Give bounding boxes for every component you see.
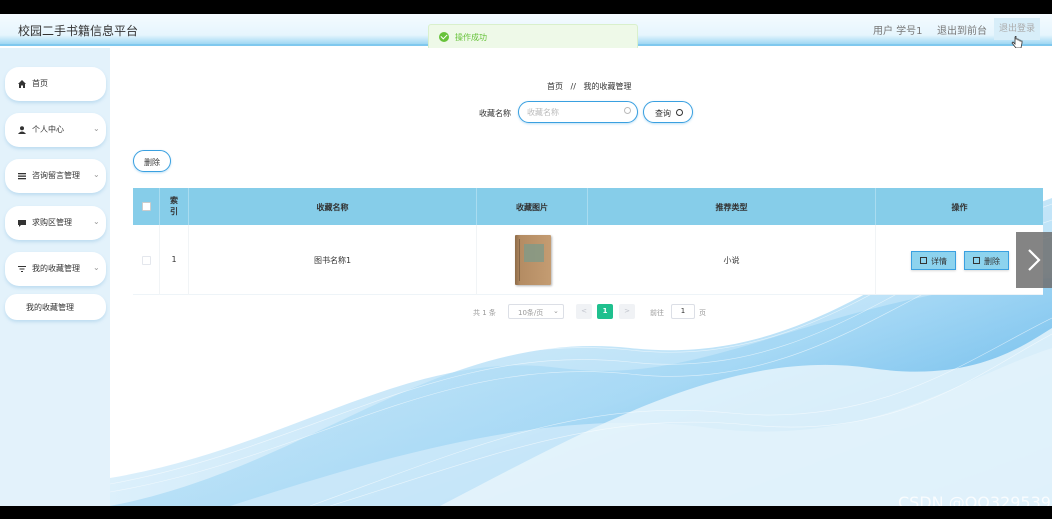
query-button[interactable]: 查询 — [643, 101, 693, 123]
exit-to-front-link[interactable]: 退出到前台 — [937, 22, 987, 37]
header-name: 收藏名称 — [189, 188, 477, 225]
chevron-down-icon: ⌄ — [93, 124, 100, 133]
query-button-label: 查询 — [655, 109, 671, 118]
check-circle-icon — [439, 32, 449, 42]
trash-icon — [973, 257, 980, 264]
next-slide-button[interactable] — [1016, 232, 1052, 288]
toast-message: 操作成功 — [455, 33, 487, 42]
chevron-down-icon: ⌄ — [93, 263, 100, 272]
chevron-right-icon — [1028, 249, 1041, 271]
header-index-text: 索引 — [170, 196, 178, 216]
search-icon — [676, 109, 683, 116]
sidebar-item-consult[interactable]: 咨询留言管理 ⌄ — [5, 159, 106, 193]
chevron-down-icon: ⌄ — [93, 217, 100, 226]
chevron-down-icon: ⌄ — [93, 170, 100, 179]
chevron-down-icon: ⌄ — [553, 307, 559, 315]
header-ops-text: 操作 — [951, 203, 968, 212]
sidebar: 首页 个人中心 ⌄ 咨询留言管理 ⌄ 求购区管理 ⌄ 我的收藏管理 ⌄ 我的收藏… — [0, 48, 110, 506]
breadcrumb-current: 我的收藏管理 — [583, 82, 632, 91]
current-page-button[interactable]: 1 — [597, 304, 613, 319]
row-select-cell — [133, 225, 160, 295]
list-icon — [18, 172, 26, 180]
goto-page-input[interactable]: 1 — [671, 304, 695, 319]
sidebar-item-label: 咨询留言管理 — [32, 171, 80, 180]
header-ops: 操作 — [876, 188, 1043, 225]
row-delete-button-label: 删除 — [984, 257, 1000, 266]
goto-label: 前往 — [650, 309, 664, 317]
csdn-watermark: CSDN @QQ3295391197 — [898, 493, 1052, 506]
search-icon — [624, 107, 631, 114]
breadcrumb-home[interactable]: 首页 — [547, 82, 563, 91]
sidebar-item-profile[interactable]: 个人中心 ⌄ — [5, 113, 106, 147]
prev-page-button[interactable]: < — [576, 304, 592, 319]
search-input[interactable] — [518, 101, 638, 123]
app-screen: 校园二手书籍信息平台 用户 学号1 退出到前台 退出登录 操作成功 首页 个人中… — [0, 14, 1052, 506]
home-icon — [18, 80, 26, 88]
table-row: 1 图书名称1 小说 详情 删除 — [133, 225, 1043, 295]
current-user-label: 用户 学号1 — [873, 26, 923, 37]
row-name-text: 图书名称1 — [313, 256, 352, 265]
row-type: 小说 — [588, 225, 876, 295]
success-toast: 操作成功 — [428, 24, 638, 50]
page-size-value: 10条/页 — [518, 309, 544, 317]
search-label: 收藏名称 — [479, 109, 511, 118]
filter-icon — [18, 265, 26, 273]
sidebar-item-label: 首页 — [32, 79, 48, 88]
header-name-text: 收藏名称 — [316, 203, 349, 212]
header-type-text: 推荐类型 — [715, 203, 748, 212]
delete-button-label: 删除 — [144, 158, 160, 167]
row-name: 图书名称1 — [189, 225, 477, 295]
detail-button-label: 详情 — [931, 257, 947, 266]
row-index: 1 — [160, 225, 189, 295]
goto-unit-label: 页 — [699, 309, 706, 317]
header-type: 推荐类型 — [588, 188, 876, 225]
app-title: 校园二手书籍信息平台 — [18, 24, 139, 38]
sidebar-subitem-favorites[interactable]: 我的收藏管理 — [5, 294, 106, 320]
sidebar-subitem-label: 我的收藏管理 — [26, 303, 74, 312]
breadcrumb: 首页 // 我的收藏管理 — [547, 81, 631, 92]
select-all-cell — [133, 188, 160, 225]
document-icon — [920, 257, 927, 264]
select-all-checkbox[interactable] — [142, 202, 151, 211]
batch-delete-button[interactable]: 删除 — [133, 150, 171, 172]
header-index: 索引 — [160, 188, 189, 225]
table-header: 索引 收藏名称 收藏图片 推荐类型 操作 — [133, 188, 1043, 225]
pagination-total: 共 1 条 — [473, 309, 496, 317]
sidebar-item-label: 求购区管理 — [32, 218, 72, 227]
message-icon — [18, 219, 26, 227]
row-index-text: 1 — [171, 255, 177, 264]
row-delete-button[interactable]: 删除 — [964, 251, 1009, 270]
page-size-select[interactable]: 10条/页 ⌄ — [508, 304, 564, 319]
next-page-button[interactable]: > — [619, 304, 635, 319]
sidebar-item-label: 我的收藏管理 — [32, 264, 80, 273]
main-content: 首页 // 我的收藏管理 收藏名称 查询 删除 索引 收藏名称 收藏图片 — [110, 48, 1052, 506]
sidebar-item-favorites[interactable]: 我的收藏管理 ⌄ — [5, 252, 106, 286]
row-type-text: 小说 — [723, 256, 740, 265]
user-icon — [18, 126, 26, 134]
row-checkbox[interactable] — [142, 256, 151, 265]
sidebar-item-label: 个人中心 — [32, 125, 64, 134]
header-image: 收藏图片 — [477, 188, 588, 225]
detail-button[interactable]: 详情 — [911, 251, 956, 270]
book-cover-image — [515, 235, 551, 285]
sidebar-item-wanted[interactable]: 求购区管理 ⌄ — [5, 206, 106, 240]
sidebar-item-home[interactable]: 首页 — [5, 67, 106, 101]
header-image-text: 收藏图片 — [516, 203, 548, 212]
breadcrumb-separator: // — [570, 82, 576, 91]
